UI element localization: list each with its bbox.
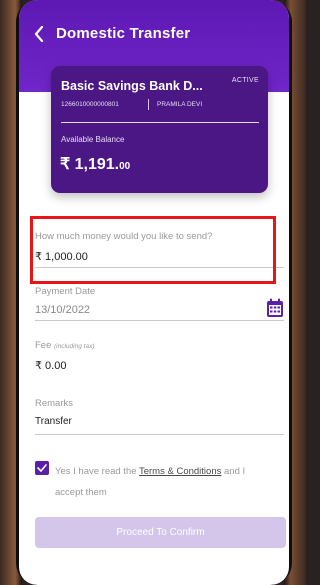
balance-label: Available Balance (61, 135, 125, 144)
fee-hint: (including tax) (54, 343, 95, 350)
app-screen: Domestic Transfer Basic Savings Bank D..… (19, 0, 289, 585)
page-title: Domestic Transfer (56, 25, 191, 42)
account-holder: PRAMILA DEVI (157, 101, 203, 108)
status-badge: ACTIVE (231, 77, 259, 84)
remarks-label: Remarks (35, 398, 74, 409)
balance-main: ₹ 1,191. (60, 156, 120, 173)
calendar-button[interactable] (266, 298, 284, 318)
fee-label-text: Fee (35, 340, 52, 351)
date-underline (35, 320, 284, 321)
account-number: 1266010000000801 (61, 101, 119, 108)
remarks-input[interactable]: Transfer (35, 416, 72, 427)
card-divider (61, 122, 259, 123)
chevron-left-icon (34, 26, 44, 42)
balance-amount: ₹ 1,191.00 (60, 154, 130, 174)
terms-prefix: Yes I have read the (55, 466, 139, 477)
terms-checkbox[interactable] (35, 461, 49, 475)
remarks-underline (35, 434, 284, 435)
phone-frame: Domestic Transfer Basic Savings Bank D..… (16, 0, 292, 585)
account-name: Basic Savings Bank D... (61, 79, 203, 93)
highlight-box (30, 216, 276, 284)
divider (148, 99, 149, 110)
checkmark-icon (37, 464, 47, 472)
terms-link[interactable]: Terms & Conditions (139, 466, 221, 477)
back-button[interactable] (29, 22, 49, 46)
account-card[interactable]: Basic Savings Bank D... ACTIVE 126601000… (51, 66, 268, 193)
date-label: Payment Date (35, 286, 96, 297)
terms-text: Yes I have read the Terms & Conditions a… (55, 461, 275, 503)
calendar-icon (267, 298, 283, 317)
proceed-button[interactable]: Proceed To Confirm (35, 517, 286, 548)
fee-value: ₹ 0.00 (35, 360, 67, 372)
date-input[interactable]: 13/10/2022 (35, 304, 90, 316)
balance-cents: 00 (119, 161, 131, 172)
fee-label: Fee (including tax) (35, 340, 94, 351)
